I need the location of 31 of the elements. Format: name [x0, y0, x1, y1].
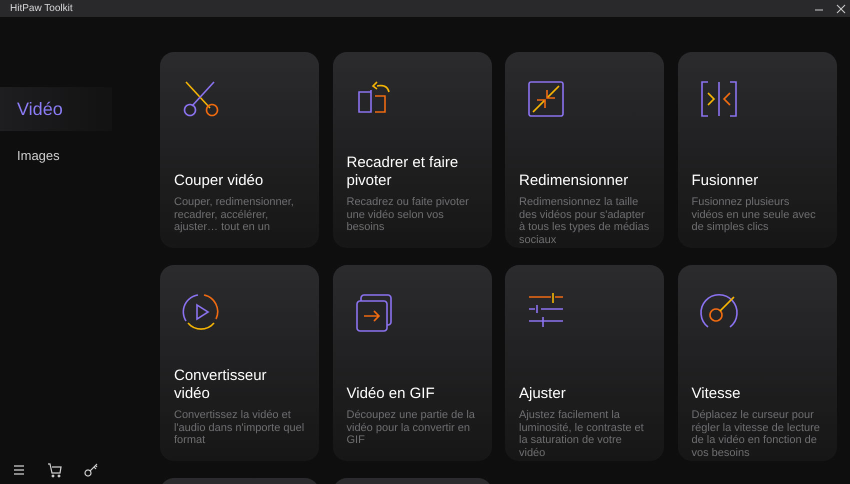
- card-description: Fusionnez plusieurs vidéos en une seule avec de simples clics: [692, 196, 817, 236]
- tool-card[interactable]: Redimensionner Redimensionnez la taille des vidéos pour s'adapter à tous les types de médias sociaux: [505, 52, 664, 248]
- tool-card[interactable]: Recadrer et faire pivoter Recadrez ou faite pivoter une vidéo selon vos besoins: [332, 52, 492, 248]
- card-title: Recadrer et faire pivoter: [346, 154, 460, 190]
- card-title: Vidéo en GIF: [346, 385, 436, 403]
- card-title: Couper vidéo: [174, 172, 264, 190]
- tool-card[interactable]: Convertisseur vidéo Convertissez la vidéo et l'audio dans n'importe quel format: [160, 265, 319, 461]
- card-title: Vitesse: [692, 385, 742, 403]
- tool-card[interactable]: Vitesse Déplacez le curseur pour régler la vitesse de lecture de la vidéo en fonction de vos besoins: [678, 265, 836, 461]
- tool-card[interactable]: Vidéo en GIF Découpez une partie de la vidéo pour la convertir en GIF: [332, 265, 492, 461]
- window-title: HitPaw Toolkit: [10, 2, 73, 16]
- cart-icon[interactable]: [47, 462, 63, 478]
- card-description: Déplacez le curseur pour régler la vitesse de lecture de la vidéo en fonction de vos besoins: [692, 409, 821, 461]
- card-description: Découpez une partie de la vidéo pour la convertir en GIF: [346, 409, 476, 448]
- sidebar-item[interactable]: Images: [0, 141, 112, 171]
- sidebar-item[interactable]: Vidéo: [0, 87, 112, 131]
- tool-card[interactable]: Fusionner Fusionnez plusieurs vidéos en une seule avec de simples clics: [678, 52, 836, 248]
- card-title: Redimensionner: [519, 172, 630, 190]
- resize-icon: [525, 78, 567, 120]
- card-description: Ajustez facilement la luminosité, le contraste et la saturation de votre vidéo: [519, 409, 645, 461]
- tool-card[interactable]: Ajuster Ajustez facilement la luminosité, le contraste et la saturation de votre vidéo: [505, 265, 664, 461]
- card-description: Recadrez ou faite pivoter une vidéo selon vos besoins: [346, 196, 470, 236]
- card-description: Redimensionnez la taille des vidéos pour s'adapter à tous les types de médias sociaux: [519, 196, 650, 248]
- card-title: Fusionner: [692, 172, 760, 190]
- tool-card[interactable]: Couper vidéo Couper, redimensionner, recadrer, accélérer, ajuster… tout en un: [160, 52, 319, 248]
- card-description: Couper, redimensionner, recadrer, accélérer, ajuster… tout en un: [174, 196, 295, 236]
- card-title: Ajuster: [519, 385, 567, 403]
- key-icon[interactable]: [83, 462, 99, 478]
- card-description: Convertissez la vidéo et l'audio dans n'importe quel format: [174, 409, 305, 448]
- card-title: Convertisseur vidéo: [174, 367, 268, 403]
- close-icon[interactable]: [836, 4, 846, 14]
